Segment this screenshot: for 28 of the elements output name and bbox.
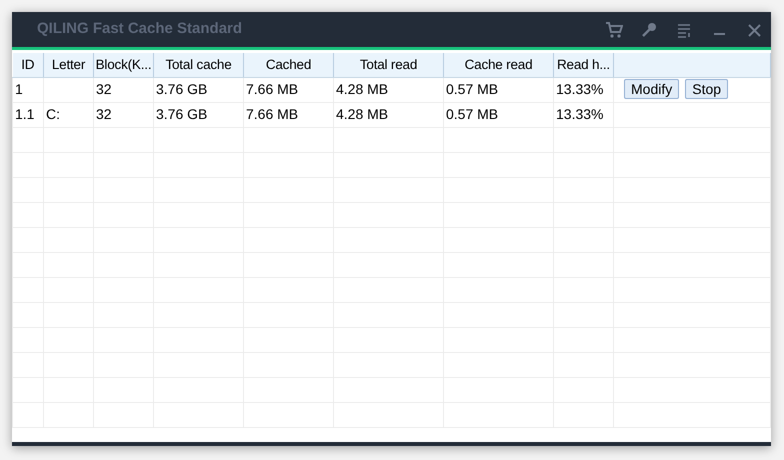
table-cell: 32 <box>96 81 112 97</box>
table-cell: 3.76 GB <box>156 81 208 97</box>
column-header[interactable]: Cache read <box>444 53 554 77</box>
table-cell: 4.28 MB <box>336 106 388 122</box>
key-icon[interactable] <box>640 20 658 38</box>
table-cell: 13.33% <box>556 106 604 122</box>
table-cell: 0.57 MB <box>446 81 498 97</box>
column-header[interactable]: ID <box>12 53 44 77</box>
column-header[interactable]: Read h... <box>554 53 614 77</box>
table-cell: 13.33% <box>556 81 604 97</box>
table-cell: C: <box>46 106 60 122</box>
column-header[interactable]: Cached <box>244 53 334 77</box>
stop-button[interactable]: Stop <box>685 79 728 99</box>
column-header[interactable]: Total cache <box>154 53 244 77</box>
table-cell: 1.1 <box>15 106 34 122</box>
table-cell: 7.66 MB <box>246 106 298 122</box>
column-header[interactable]: Total read <box>334 53 444 77</box>
window-title: QILING Fast Cache Standard <box>37 19 242 40</box>
table-cell: 4.28 MB <box>336 81 388 97</box>
cart-icon[interactable] <box>604 20 622 38</box>
column-header[interactable]: Letter <box>44 53 94 77</box>
modify-button[interactable]: Modify <box>624 79 680 99</box>
table-cell: 32 <box>96 106 112 122</box>
column-header[interactable]: Block(K... <box>94 53 154 77</box>
table-cell: 1 <box>15 81 23 97</box>
table-cell: 7.66 MB <box>246 81 298 97</box>
table-cell: 0.57 MB <box>446 106 498 122</box>
table-cell: 3.76 GB <box>156 106 208 122</box>
